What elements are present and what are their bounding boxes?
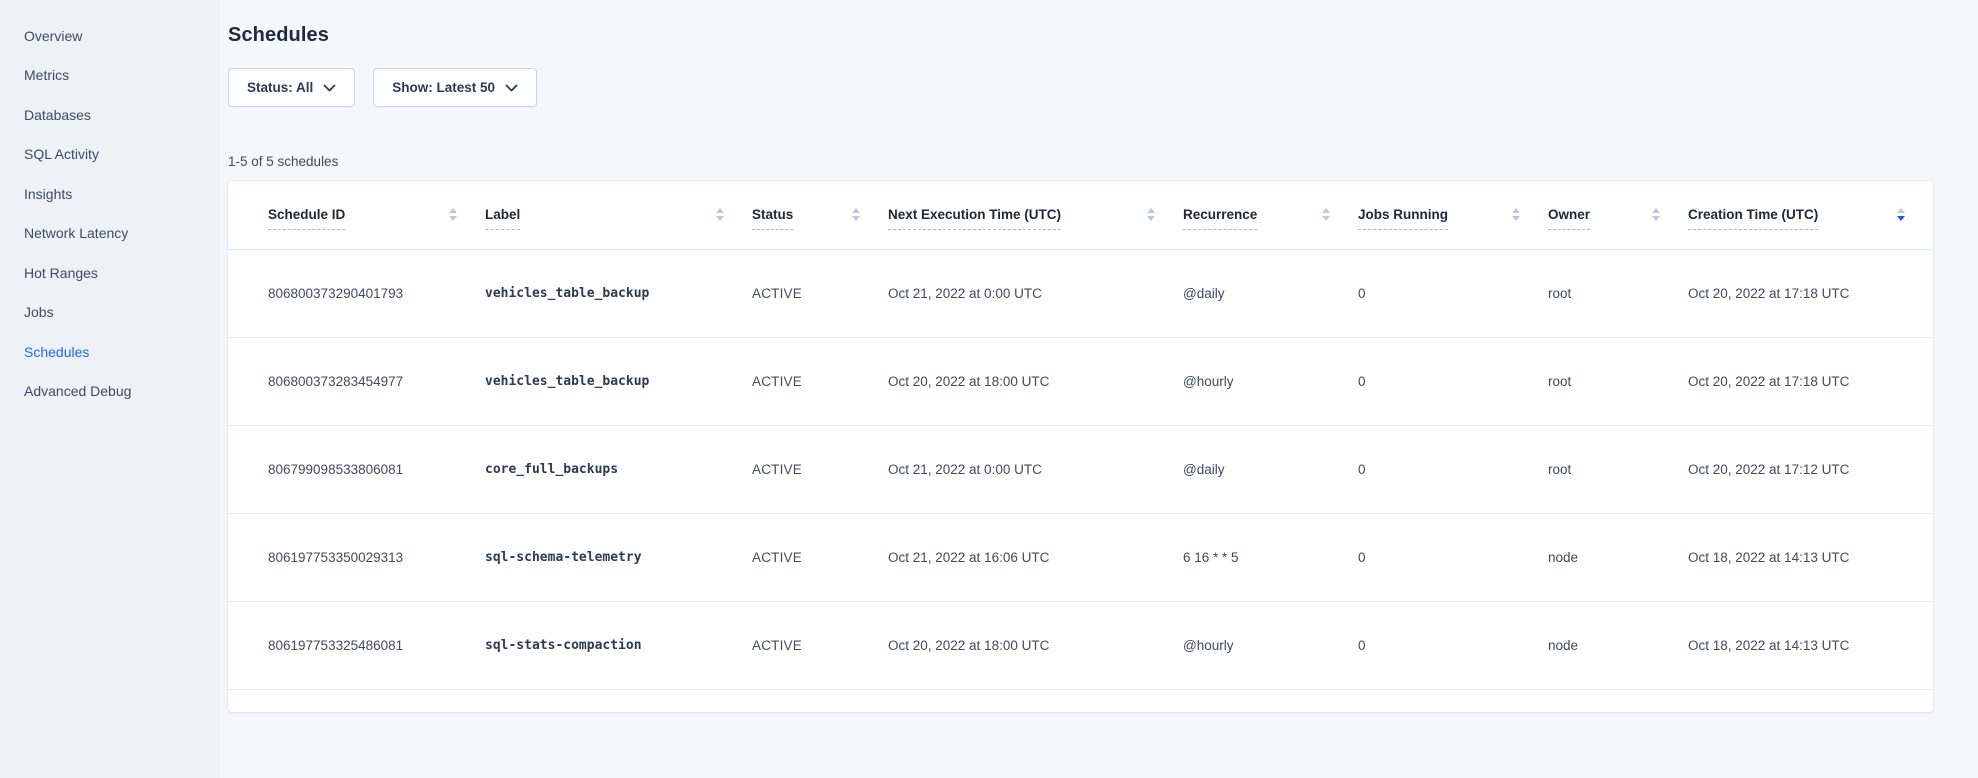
results-count: 1-5 of 5 schedules bbox=[228, 154, 1933, 169]
table-row[interactable]: 806800373290401793vehicles_table_backupA… bbox=[228, 249, 1933, 337]
cell-owner: root bbox=[1548, 337, 1688, 425]
column-label: Owner bbox=[1548, 207, 1590, 230]
column-header-id[interactable]: Schedule ID bbox=[228, 181, 485, 249]
page-title: Schedules bbox=[228, 24, 1933, 47]
cell-status: ACTIVE bbox=[752, 513, 888, 601]
sort-icon[interactable] bbox=[716, 208, 724, 221]
column-header-next_execution[interactable]: Next Execution Time (UTC) bbox=[888, 181, 1183, 249]
cell-creation_time: Oct 20, 2022 at 17:18 UTC bbox=[1688, 337, 1933, 425]
sidebar-item-schedules[interactable]: Schedules bbox=[24, 332, 220, 372]
cell-label: vehicles_table_backup bbox=[485, 337, 752, 425]
column-label: Schedule ID bbox=[268, 207, 345, 230]
cell-status: ACTIVE bbox=[752, 337, 888, 425]
cell-next_execution: Oct 21, 2022 at 0:00 UTC bbox=[888, 249, 1183, 337]
column-label: Creation Time (UTC) bbox=[1688, 207, 1818, 230]
sidebar-item-advanced-debug[interactable]: Advanced Debug bbox=[24, 372, 220, 412]
cell-label: vehicles_table_backup bbox=[485, 249, 752, 337]
table-row[interactable]: 806197753325486081sql-stats-compactionAC… bbox=[228, 601, 1933, 689]
cell-owner: root bbox=[1548, 425, 1688, 513]
cell-recurrence: @daily bbox=[1183, 249, 1358, 337]
filters-bar: Status: All Show: Latest 50 bbox=[228, 68, 1933, 107]
column-header-label[interactable]: Label bbox=[485, 181, 752, 249]
chevron-down-icon bbox=[323, 84, 336, 92]
column-label: Status bbox=[752, 207, 793, 230]
sidebar-item-jobs[interactable]: Jobs bbox=[24, 293, 220, 333]
column-label: Label bbox=[485, 207, 520, 230]
main-content: Schedules Status: All Show: Latest 50 1-… bbox=[220, 0, 1978, 778]
column-header-status[interactable]: Status bbox=[752, 181, 888, 249]
cell-label: sql-stats-compaction bbox=[485, 601, 752, 689]
cell-status: ACTIVE bbox=[752, 249, 888, 337]
cell-owner: node bbox=[1548, 601, 1688, 689]
sidebar-item-sql-activity[interactable]: SQL Activity bbox=[24, 135, 220, 175]
cell-id: 806197753350029313 bbox=[228, 513, 485, 601]
column-header-recurrence[interactable]: Recurrence bbox=[1183, 181, 1358, 249]
cell-status: ACTIVE bbox=[752, 425, 888, 513]
table-row[interactable]: 806197753350029313sql-schema-telemetryAC… bbox=[228, 513, 1933, 601]
sidebar-item-overview[interactable]: Overview bbox=[24, 16, 220, 56]
sort-icon[interactable] bbox=[1147, 208, 1155, 221]
cell-recurrence: @hourly bbox=[1183, 601, 1358, 689]
sidebar-item-network-latency[interactable]: Network Latency bbox=[24, 214, 220, 254]
cell-next_execution: Oct 20, 2022 at 18:00 UTC bbox=[888, 337, 1183, 425]
cell-jobs_running: 0 bbox=[1358, 513, 1548, 601]
schedules-page: { "sidebar": { "items": [ { "label": "Ov… bbox=[0, 0, 1978, 778]
cell-jobs_running: 0 bbox=[1358, 337, 1548, 425]
sort-icon[interactable] bbox=[1512, 208, 1520, 221]
cell-label: sql-schema-telemetry bbox=[485, 513, 752, 601]
cell-next_execution: Oct 21, 2022 at 16:06 UTC bbox=[888, 513, 1183, 601]
cell-creation_time: Oct 18, 2022 at 14:13 UTC bbox=[1688, 513, 1933, 601]
sidebar: OverviewMetricsDatabasesSQL ActivityInsi… bbox=[0, 0, 220, 778]
table-row[interactable]: 806799098533806081core_full_backupsACTIV… bbox=[228, 425, 1933, 513]
table-row[interactable]: 806800373283454977vehicles_table_backupA… bbox=[228, 337, 1933, 425]
cell-id: 806799098533806081 bbox=[228, 425, 485, 513]
sort-icon[interactable] bbox=[852, 208, 860, 221]
schedules-table: Schedule ID Label Status Next Execution Tim… bbox=[228, 181, 1933, 690]
sort-icon[interactable] bbox=[449, 208, 457, 221]
sort-icon[interactable] bbox=[1897, 208, 1905, 221]
cell-id: 806197753325486081 bbox=[228, 601, 485, 689]
column-header-owner[interactable]: Owner bbox=[1548, 181, 1688, 249]
cell-creation_time: Oct 20, 2022 at 17:12 UTC bbox=[1688, 425, 1933, 513]
sidebar-nav: OverviewMetricsDatabasesSQL ActivityInsi… bbox=[24, 16, 220, 411]
cell-next_execution: Oct 20, 2022 at 18:00 UTC bbox=[888, 601, 1183, 689]
status-filter-dropdown[interactable]: Status: All bbox=[228, 68, 355, 107]
sidebar-item-hot-ranges[interactable]: Hot Ranges bbox=[24, 253, 220, 293]
schedules-table-card: Schedule ID Label Status Next Execution Tim… bbox=[228, 181, 1933, 712]
status-filter-label: Status: All bbox=[247, 80, 313, 95]
show-filter-dropdown[interactable]: Show: Latest 50 bbox=[373, 68, 537, 107]
cell-recurrence: 6 16 * * 5 bbox=[1183, 513, 1358, 601]
cell-id: 806800373290401793 bbox=[228, 249, 485, 337]
sidebar-item-metrics[interactable]: Metrics bbox=[24, 56, 220, 96]
column-label: Recurrence bbox=[1183, 207, 1257, 230]
column-label: Next Execution Time (UTC) bbox=[888, 207, 1061, 230]
cell-owner: node bbox=[1548, 513, 1688, 601]
cell-next_execution: Oct 21, 2022 at 0:00 UTC bbox=[888, 425, 1183, 513]
cell-recurrence: @daily bbox=[1183, 425, 1358, 513]
cell-creation_time: Oct 18, 2022 at 14:13 UTC bbox=[1688, 601, 1933, 689]
cell-recurrence: @hourly bbox=[1183, 337, 1358, 425]
chevron-down-icon bbox=[505, 84, 518, 92]
column-label: Jobs Running bbox=[1358, 207, 1448, 230]
column-header-creation_time[interactable]: Creation Time (UTC) bbox=[1688, 181, 1933, 249]
cell-id: 806800373283454977 bbox=[228, 337, 485, 425]
cell-label: core_full_backups bbox=[485, 425, 752, 513]
sidebar-item-databases[interactable]: Databases bbox=[24, 95, 220, 135]
sort-icon[interactable] bbox=[1652, 208, 1660, 221]
cell-status: ACTIVE bbox=[752, 601, 888, 689]
cell-jobs_running: 0 bbox=[1358, 425, 1548, 513]
cell-creation_time: Oct 20, 2022 at 17:18 UTC bbox=[1688, 249, 1933, 337]
show-filter-label: Show: Latest 50 bbox=[392, 80, 495, 95]
column-header-jobs_running[interactable]: Jobs Running bbox=[1358, 181, 1548, 249]
cell-jobs_running: 0 bbox=[1358, 601, 1548, 689]
sidebar-item-insights[interactable]: Insights bbox=[24, 174, 220, 214]
cell-owner: root bbox=[1548, 249, 1688, 337]
table-header-row: Schedule ID Label Status Next Execution Tim… bbox=[228, 181, 1933, 249]
cell-jobs_running: 0 bbox=[1358, 249, 1548, 337]
sort-icon[interactable] bbox=[1322, 208, 1330, 221]
